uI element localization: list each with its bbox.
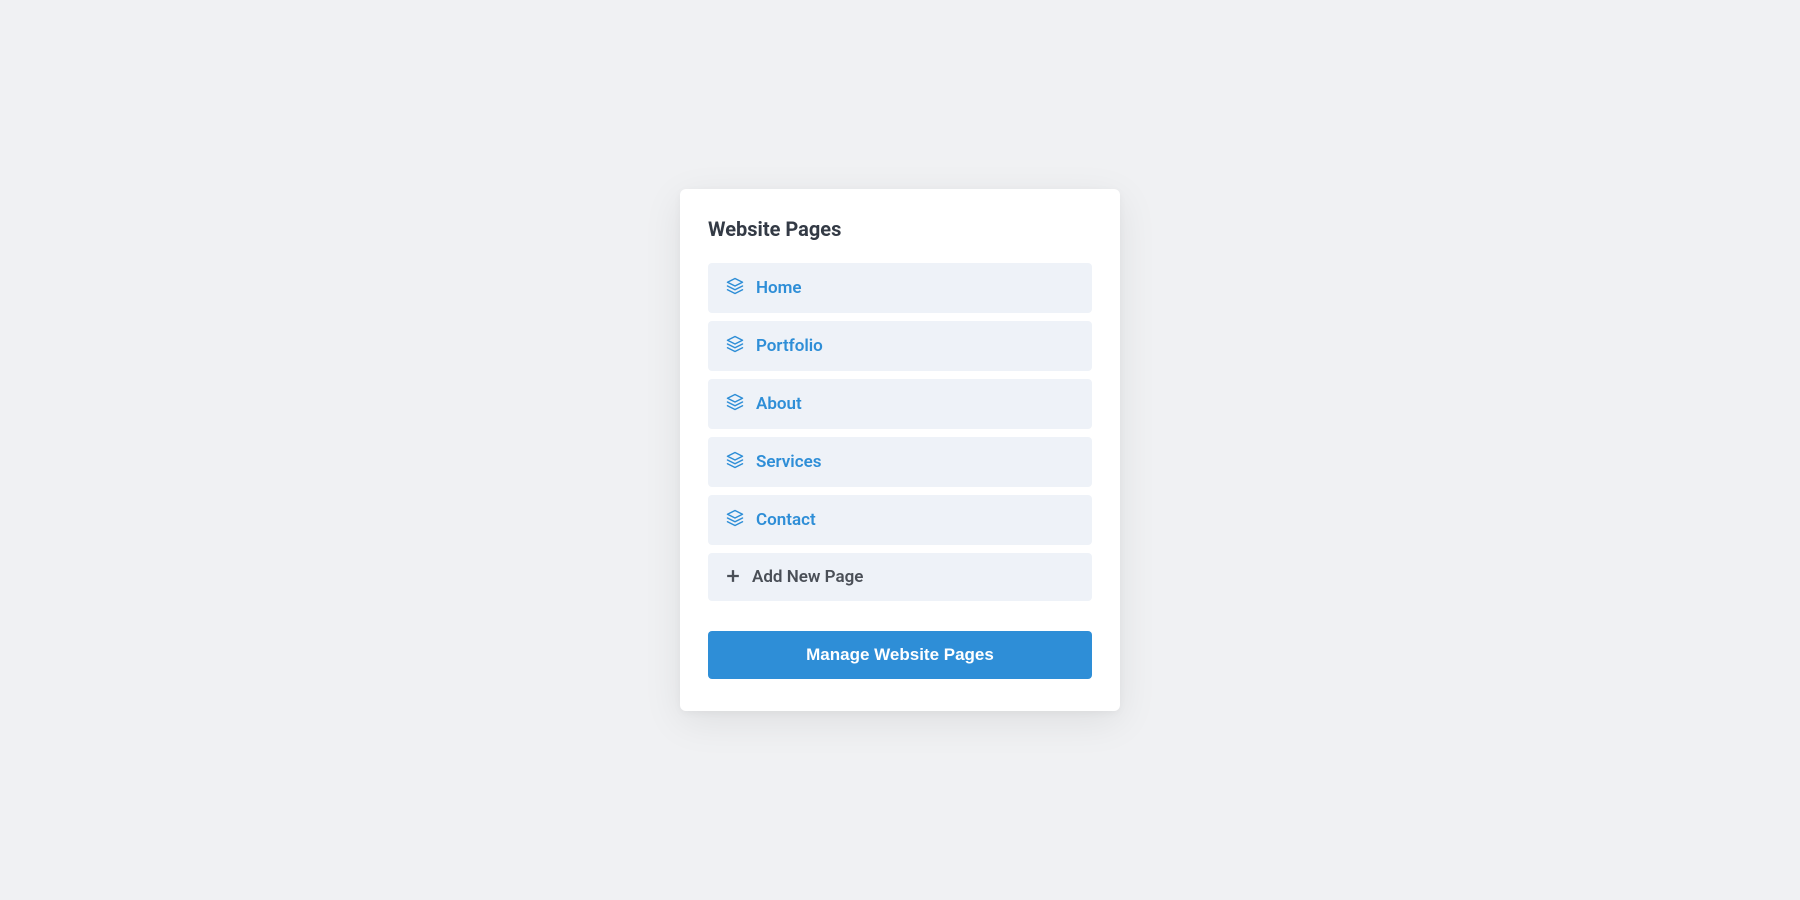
- layers-icon: [726, 451, 744, 473]
- page-item-label: Contact: [756, 510, 816, 530]
- plus-icon: [726, 568, 740, 587]
- page-list: Home Portfolio About: [708, 263, 1092, 601]
- manage-website-pages-button[interactable]: Manage Website Pages: [708, 631, 1092, 679]
- layers-icon: [726, 335, 744, 357]
- add-new-page-label: Add New Page: [752, 567, 863, 587]
- website-pages-card: Website Pages Home Portfolio: [680, 189, 1120, 711]
- page-item-contact[interactable]: Contact: [708, 495, 1092, 545]
- page-item-label: About: [756, 394, 802, 414]
- page-item-label: Services: [756, 452, 821, 472]
- page-item-portfolio[interactable]: Portfolio: [708, 321, 1092, 371]
- page-item-services[interactable]: Services: [708, 437, 1092, 487]
- add-new-page-button[interactable]: Add New Page: [708, 553, 1092, 601]
- page-item-label: Home: [756, 278, 802, 298]
- card-title: Website Pages: [708, 217, 1092, 241]
- layers-icon: [726, 277, 744, 299]
- layers-icon: [726, 393, 744, 415]
- layers-icon: [726, 509, 744, 531]
- page-item-label: Portfolio: [756, 336, 823, 356]
- page-item-home[interactable]: Home: [708, 263, 1092, 313]
- page-item-about[interactable]: About: [708, 379, 1092, 429]
